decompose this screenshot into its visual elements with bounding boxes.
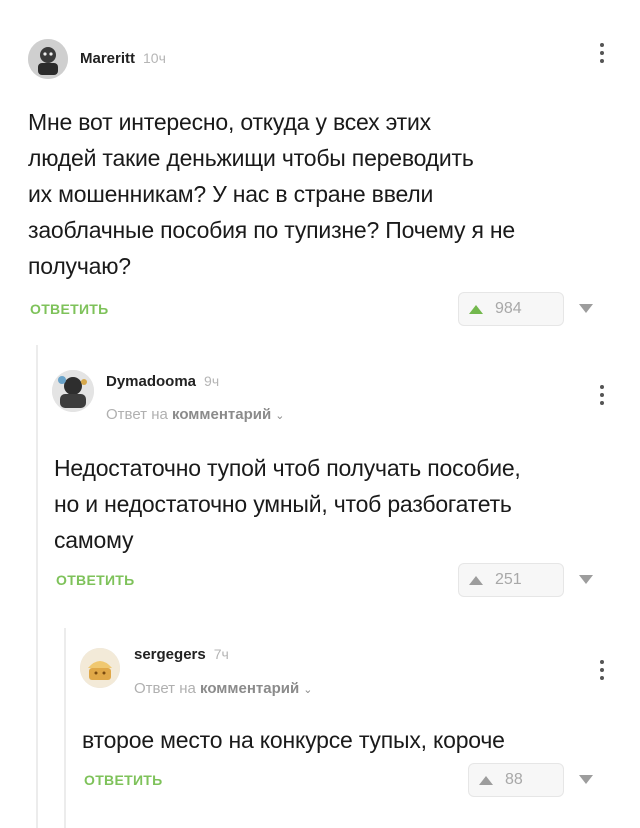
comment-time: 7ч xyxy=(213,646,229,662)
author-name[interactable]: sergegers xyxy=(134,646,206,663)
text-line: второе место на конкурсе тупых, короче xyxy=(82,727,505,753)
comment: sergegers 7ч Ответ на комментарий ⌄ второе… xyxy=(0,0,640,828)
reply-to-link[interactable]: комментарий xyxy=(200,680,299,697)
avatar[interactable] xyxy=(80,648,120,688)
arrow-up-icon xyxy=(479,775,493,785)
vote-score: 88 xyxy=(505,771,523,788)
reply-to[interactable]: Ответ на комментарий ⌄ xyxy=(134,680,312,697)
arrow-down-icon[interactable] xyxy=(579,775,593,784)
more-vertical-icon[interactable] xyxy=(598,660,606,680)
reply-to-prefix: Ответ на xyxy=(134,680,196,697)
upvote-button[interactable]: 88 xyxy=(468,763,564,797)
chevron-down-icon[interactable]: ⌄ xyxy=(303,684,312,696)
comment-text: второе место на конкурсе тупых, короче xyxy=(82,722,622,758)
comment-author[interactable]: sergegers 7ч xyxy=(134,646,229,663)
avatar-image-icon xyxy=(80,648,120,688)
reply-button[interactable]: ОТВЕТИТЬ xyxy=(84,772,163,788)
